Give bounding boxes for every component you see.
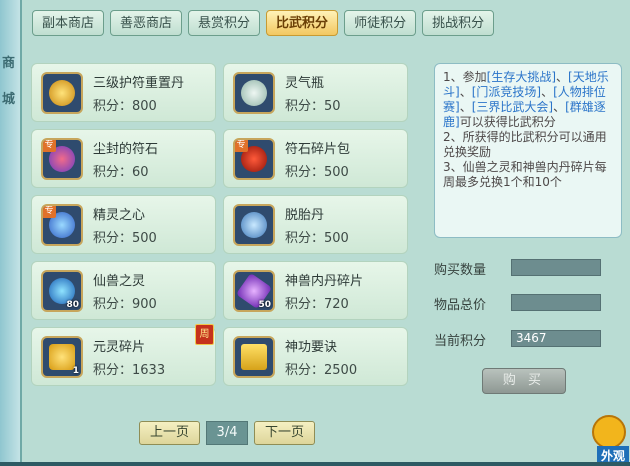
beast-orb-icon: 80 [41,270,83,312]
edge-char-1: 商 [2,56,16,71]
sprite-heart-icon: 专 [41,204,83,246]
item-card[interactable]: 1 元灵碎片 积分：1633 周 [31,324,216,386]
item-card[interactable]: 专 符石碎片包 积分：500 [223,129,408,188]
buy-qty-input[interactable] [511,259,601,276]
total-price-label: 物品总价 [434,298,487,313]
exclusive-tag: 专 [235,140,248,152]
item-price: 积分：1633 [93,363,166,378]
item-price: 积分：500 [285,165,349,180]
rules-text: 1、参加 [443,70,487,84]
beast-crystal-icon: 50 [233,270,275,312]
buy-qty-label: 购买数量 [434,263,487,278]
rules-text: 、 [553,100,566,114]
current-points-label: 当前积分 [434,334,487,349]
rune-pouch-icon: 专 [233,138,275,180]
shop-panel: 副本商店 善恶商店 悬赏积分 比武积分 师徒积分 挑战积分 三级护符重置丹 积分… [20,0,630,462]
item-name: 尘封的符石 [93,142,159,157]
item-card[interactable]: 专 尘封的符石 积分：60 [31,129,216,188]
yuanling-shard-icon: 1 [41,336,83,378]
edge-char-2: 城 [2,92,16,107]
item-name: 神兽内丹碎片 [285,274,364,289]
rules-link[interactable]: [三界比武大会] [472,100,553,114]
item-price: 积分：2500 [285,363,358,378]
item-card[interactable]: 灵气瓶 积分：50 [223,63,408,122]
buy-button[interactable]: 购 买 [482,368,566,394]
item-name: 元灵碎片 [93,340,146,355]
item-name: 灵气瓶 [285,76,325,91]
appearance-corner-button[interactable]: 外观 [583,402,629,463]
page-indicator: 3/4 [206,421,249,445]
spirit-vase-icon [233,72,275,114]
shop-tabs: 副本商店 善恶商店 悬赏积分 比武积分 师徒积分 挑战积分 [32,10,495,38]
item-price: 积分：500 [93,231,157,246]
rules-text: 、 [459,85,472,99]
rules-link[interactable]: [门派竞技场] [472,85,541,99]
current-points-value: 3467 [511,330,601,347]
item-price: 积分：900 [93,297,157,312]
tab-dungeon-shop[interactable]: 副本商店 [32,10,105,36]
item-card[interactable]: 三级护符重置丹 积分：800 [31,63,216,122]
left-edge-strip: 商 城 [0,0,22,462]
rules-text: 3、仙兽之灵和神兽内丹碎片每周最多兑换1个和10个 [443,160,607,189]
tab-challenge-points[interactable]: 挑战积分 [422,10,495,36]
rebirth-pill-icon [233,204,275,246]
item-price: 积分：720 [285,297,349,312]
item-grid: 三级护符重置丹 积分：800 灵气瓶 积分：50 专 尘封的符石 积分：60 专… [31,63,415,393]
item-price: 积分：50 [285,99,341,114]
item-card[interactable]: 脱胎丹 积分：500 [223,195,408,254]
rules-link[interactable]: [生存大挑战] [487,70,556,84]
item-qty: 1 [72,366,79,376]
item-name: 三级护符重置丹 [93,76,185,91]
rune-stone-icon: 专 [41,138,83,180]
prev-page-button[interactable]: 上一页 [139,421,201,445]
item-card[interactable]: 专 精灵之心 积分：500 [31,195,216,254]
pager: 上一页 3/4 下一页 [139,421,316,445]
charm-pill-icon [41,72,83,114]
exclusive-tag: 专 [43,206,56,218]
exclusive-tag: 专 [43,140,56,152]
total-price-value [511,294,601,311]
tab-arena-points[interactable]: 比武积分 [266,10,339,36]
tab-mentor-points[interactable]: 师徒积分 [344,10,417,36]
item-price: 积分：60 [93,165,149,180]
item-card[interactable]: 神功要诀 积分：2500 [223,327,408,386]
rules-text: 、 [541,85,554,99]
skill-book-icon [233,336,275,378]
item-name: 脱胎丹 [285,208,325,223]
tab-bounty-points[interactable]: 悬赏积分 [188,10,261,36]
weekly-badge: 周 [195,324,214,345]
corner-label: 外观 [601,449,626,463]
item-price: 积分：800 [93,99,157,114]
item-card[interactable]: 80 仙兽之灵 积分：900 [31,261,216,320]
rules-text: 2、所获得的比武积分可以通用兑换奖励 [443,130,607,159]
item-name: 符石碎片包 [285,142,351,157]
item-name: 精灵之心 [93,208,146,223]
rules-text: 可以获得比武积分 [459,115,556,129]
next-page-button[interactable]: 下一页 [254,421,316,445]
item-card[interactable]: 50 神兽内丹碎片 积分：720 [223,261,408,320]
item-name: 仙兽之灵 [93,274,146,289]
tab-karma-shop[interactable]: 善恶商店 [110,10,183,36]
item-price: 积分：500 [285,231,349,246]
item-qty: 50 [258,300,271,310]
rules-text: 、 [459,100,472,114]
rules-box: 1、参加[生存大挑战]、[天地乐斗]、[门派竞技场]、[人物排位赛]、[三界比武… [434,63,622,238]
item-name: 神功要诀 [285,340,338,355]
rules-text: 、 [556,70,569,84]
item-qty: 80 [66,300,79,310]
